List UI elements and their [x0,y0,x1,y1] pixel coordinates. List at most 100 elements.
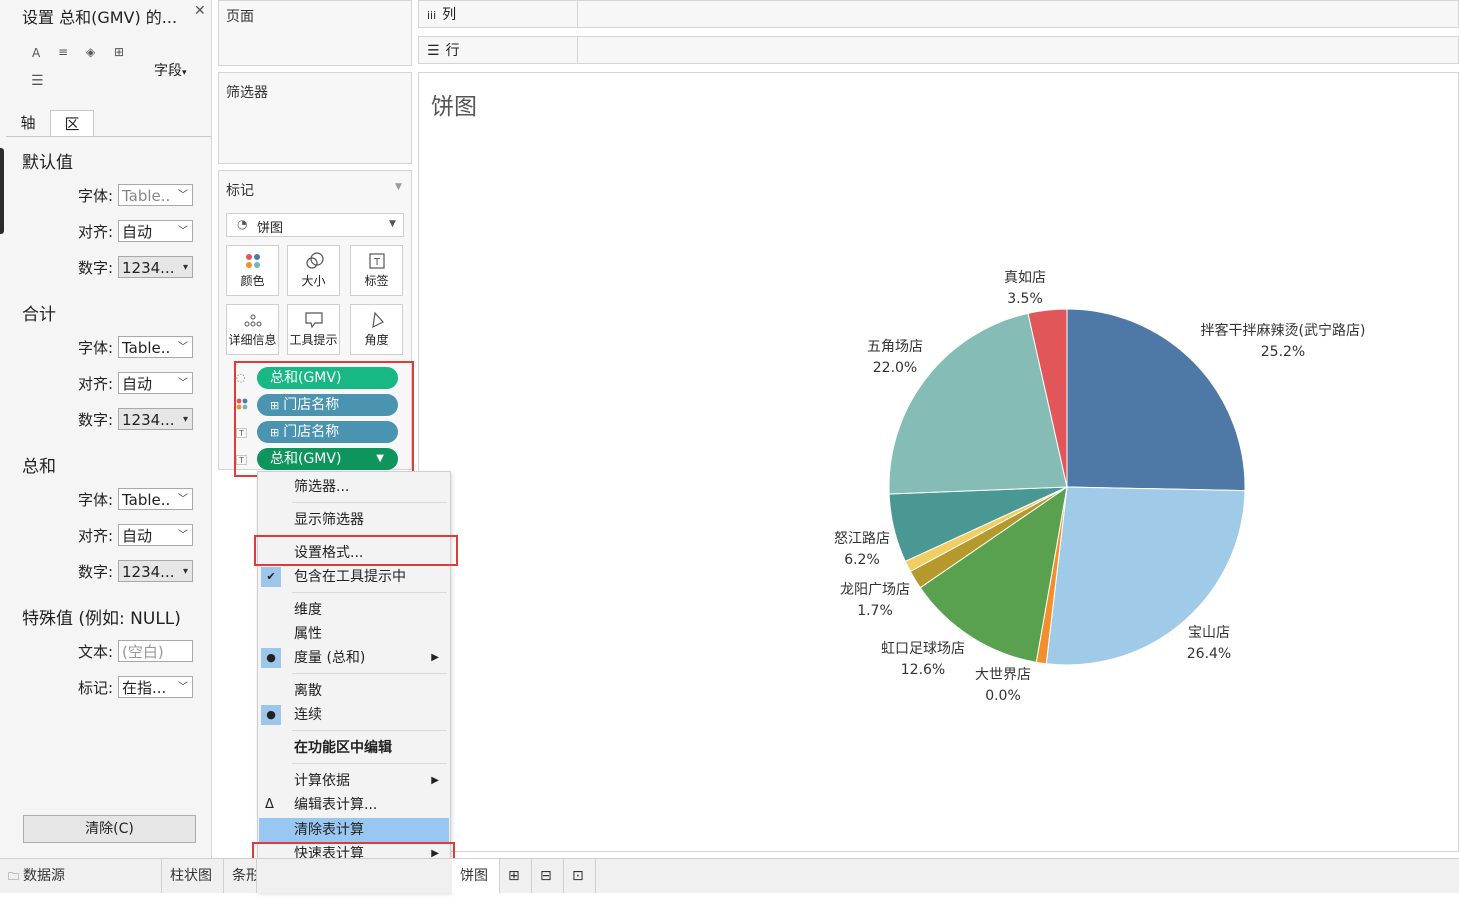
font-icon[interactable]: A [32,46,40,60]
radio-dot-icon: ● [261,705,281,725]
menu-item-clear-table-calc[interactable]: 清除表计算 [259,818,449,842]
clear-button[interactable]: 清除(C) [23,815,196,843]
slice-label: 龙阳广场店 [840,582,910,598]
align-icon[interactable]: ≡ [58,45,68,59]
menu-item-edit-table-calc[interactable]: Δ 编辑表计算... [259,793,449,817]
rows-label: 行 [445,43,460,59]
columns-shelf[interactable]: iii 列 [418,0,1459,28]
mark-type-select[interactable]: ◔ 饼图 ▼ [226,213,404,237]
text-label-icon: T [351,252,402,272]
filters-shelf-title: 筛选器 [226,85,268,101]
menu-item-include-tooltip[interactable]: ✔ 包含在工具提示中 [259,565,449,589]
number-select[interactable]: 1234... ▾ [118,408,193,430]
label-label: 标签 [364,274,389,288]
menu-item-continuous[interactable]: ● 连续 [259,703,449,727]
lines-icon[interactable]: ☰ [31,73,44,89]
align-select[interactable]: 自动 ﹀ [118,372,193,394]
pie-chart: 拌客干拌麻辣烫(武宁路店) 25.2% 宝山店 26.4% 大世界店 0.0% 虹口足球场店… [834,270,1365,704]
scroll-handle[interactable] [0,148,4,234]
slice-label: 虹口足球场店 [881,641,965,657]
color-button[interactable]: 颜色 [226,245,279,296]
size-label: 大小 [301,274,326,288]
borders-icon[interactable]: ⊞ [114,45,124,59]
menu-item-measure[interactable]: ● 度量 (总和) ▶ [259,646,449,670]
section-heading-default: 默认值 [22,153,73,173]
number-select[interactable]: 1234... ▾ [118,560,193,582]
tab-pie-chart[interactable]: 饼图 [452,859,500,893]
color-label: 颜色 [240,274,265,288]
tab-pane[interactable]: 区 [50,110,94,136]
font-select[interactable]: Table.. ﹀ [118,184,193,206]
field-dropdown[interactable]: 字段▾ [154,60,187,80]
angle-icon [351,311,402,331]
format-pane: 设置 总和(GMV) 的... ✕ A ≡ ◈ ⊞ ☰ 字段▾ 轴 区 默认值 … [0,0,212,858]
pie-icon: ◔ [237,217,248,231]
pill-store-label[interactable]: ⊞ 门店名称 [257,421,398,443]
pill-gmv-size[interactable]: 总和(GMV) [257,367,398,389]
align-select[interactable]: 自动 ﹀ [118,220,193,242]
check-icon: ✔ [261,567,281,587]
angle-button[interactable]: 角度 [350,304,403,355]
columns-icon: iii [427,9,437,22]
tooltip-button[interactable]: 工具提示 [287,304,340,355]
pill-store-color[interactable]: ⊞ 门店名称 [257,394,398,416]
menu-item-filter[interactable]: 筛选器... [259,475,449,499]
new-story-icon[interactable]: ⊡ [564,859,596,893]
section-heading-sum: 总和 [22,457,56,477]
tooltip-label: 工具提示 [289,333,338,347]
detail-label: 详细信息 [228,333,277,347]
format-item-highlight [254,535,458,566]
section-heading-total: 合计 [22,305,56,325]
menu-item-discrete[interactable]: 离散 [259,679,449,703]
text-label-icon: 🅃 [236,427,247,440]
size-button[interactable]: 大小 [287,245,340,296]
marks-card-menu-icon[interactable]: ▼ [395,182,402,192]
slice-value-label: 1.7% [857,603,893,619]
slice-value-label: 6.2% [844,552,880,568]
number-label: 数字: [77,563,113,581]
new-dashboard-icon[interactable]: ⊟ [532,859,564,893]
menu-item-edit-in-shelf[interactable]: 在功能区中编辑 [259,736,449,760]
tabs-divider [6,136,211,137]
align-select[interactable]: 自动 ﹀ [118,524,193,546]
menu-item-compute-using[interactable]: 计算依据 ▶ [259,769,449,793]
slice-label: 五角场店 [867,339,923,355]
special-text-input[interactable]: (空白) [118,640,193,662]
special-mark-select[interactable]: 在指... ﹀ [118,676,193,698]
slice-value-label: 3.5% [1007,291,1043,307]
submenu-arrow-icon: ▶ [431,775,439,786]
pill-gmv-label[interactable]: 总和(GMV) ▼ [257,448,398,470]
size-icon: ◌ [236,371,246,384]
pages-shelf[interactable]: 页面 [218,0,412,66]
tab-bar-chart[interactable]: 柱状图 [162,859,224,893]
number-select[interactable]: 1234... ▾ [118,256,193,278]
detail-button[interactable]: 详细信息 [226,304,279,355]
rows-shelf[interactable]: ☰ 行 [418,36,1459,64]
menu-item-dimension[interactable]: 维度 [259,598,449,622]
chevron-down-icon: ▼ [389,219,396,229]
shading-icon[interactable]: ◈ [86,45,95,59]
rows-icon: ☰ [427,43,440,59]
submenu-arrow-icon: ▶ [431,652,439,663]
align-label: 对齐: [77,527,113,545]
tab-data-source[interactable]: 🗀 数据源 [0,859,162,893]
color-icon [227,252,278,272]
slice-label: 大世界店 [975,667,1031,683]
close-icon[interactable]: ✕ [194,3,206,19]
menu-item-attribute[interactable]: 属性 [259,622,449,646]
mark-label: 标记: [77,679,113,697]
font-label: 字体: [77,187,113,205]
new-worksheet-icon[interactable]: ⊞ [500,859,532,893]
font-select[interactable]: Table.. ﹀ [118,336,193,358]
tab-horizontal-bar[interactable]: 条形 [224,859,257,893]
menu-item-show-filter[interactable]: 显示筛选器 [259,508,449,532]
slice-value-label: 22.0% [873,360,917,376]
tab-axis[interactable]: 轴 [8,110,48,136]
slice-value-label: 12.6% [901,662,945,678]
label-button[interactable]: T 标签 [350,245,403,296]
slice-value-label: 25.2% [1261,344,1305,360]
radio-dot-icon: ● [261,648,281,668]
filters-shelf[interactable]: 筛选器 [218,72,412,164]
font-select[interactable]: Table.. ﹀ [118,488,193,510]
color-icon [236,398,248,413]
